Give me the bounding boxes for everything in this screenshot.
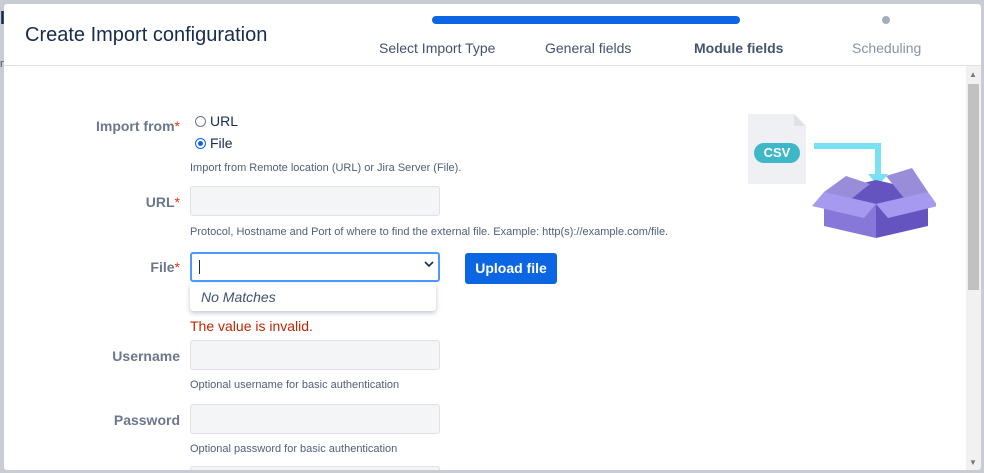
upload-file-button[interactable]: Upload file (465, 253, 557, 284)
import-from-help: Import from Remote location (URL) or Jir… (190, 162, 462, 174)
import-configuration-modal: Create Import configuration Select Impor… (4, 4, 981, 470)
username-help: Optional username for basic authenticati… (190, 379, 400, 391)
csv-badge: CSV (754, 143, 800, 163)
next-field-input[interactable] (190, 466, 440, 470)
no-matches-message: No Matches (201, 289, 276, 305)
file-error-message: The value is invalid. (190, 318, 313, 334)
file-label: File* (150, 259, 180, 275)
username-label: Username (112, 348, 180, 364)
radio-url-label: URL (210, 113, 239, 129)
stepper-progress-bar (432, 16, 740, 24)
step-module-fields[interactable]: Module fields (694, 40, 783, 56)
password-input[interactable] (190, 404, 440, 434)
text-cursor (199, 260, 200, 274)
modal-header: Create Import configuration Select Impor… (4, 4, 981, 66)
stepper-upcoming-dot (882, 16, 890, 24)
url-input[interactable] (190, 186, 440, 216)
step-scheduling[interactable]: Scheduling (852, 40, 921, 56)
modal-title: Create Import configuration (25, 24, 268, 46)
step-general-fields[interactable]: General fields (545, 40, 631, 56)
csv-to-box-illustration: CSV (746, 110, 938, 245)
radio-option-file[interactable]: File (195, 135, 233, 151)
radio-option-url[interactable]: URL (195, 113, 238, 129)
file-dropdown-menu: No Matches (190, 283, 436, 311)
password-help: Optional password for basic authenticati… (190, 443, 398, 455)
radio-url-circle[interactable] (195, 115, 206, 127)
radio-file-label: File (210, 135, 233, 151)
scrollbar-thumb[interactable] (968, 84, 979, 290)
scroll-up-icon[interactable]: ▲ (969, 70, 977, 79)
modal-body: Import from* URL File Import from Remote… (4, 66, 966, 470)
file-select[interactable] (190, 252, 440, 282)
url-help: Protocol, Hostname and Port of where to … (190, 226, 669, 238)
import-from-label: Import from* (95, 118, 180, 134)
radio-file-circle[interactable] (195, 137, 206, 149)
chevron-down-icon[interactable] (424, 258, 434, 272)
step-select-import-type[interactable]: Select Import Type (379, 40, 495, 56)
scroll-down-icon[interactable]: ▼ (969, 458, 977, 467)
password-label: Password (113, 412, 180, 428)
username-input[interactable] (190, 340, 440, 370)
modal-scrollbar[interactable]: ▲ ▼ (966, 66, 981, 470)
url-label: URL* (145, 194, 180, 210)
